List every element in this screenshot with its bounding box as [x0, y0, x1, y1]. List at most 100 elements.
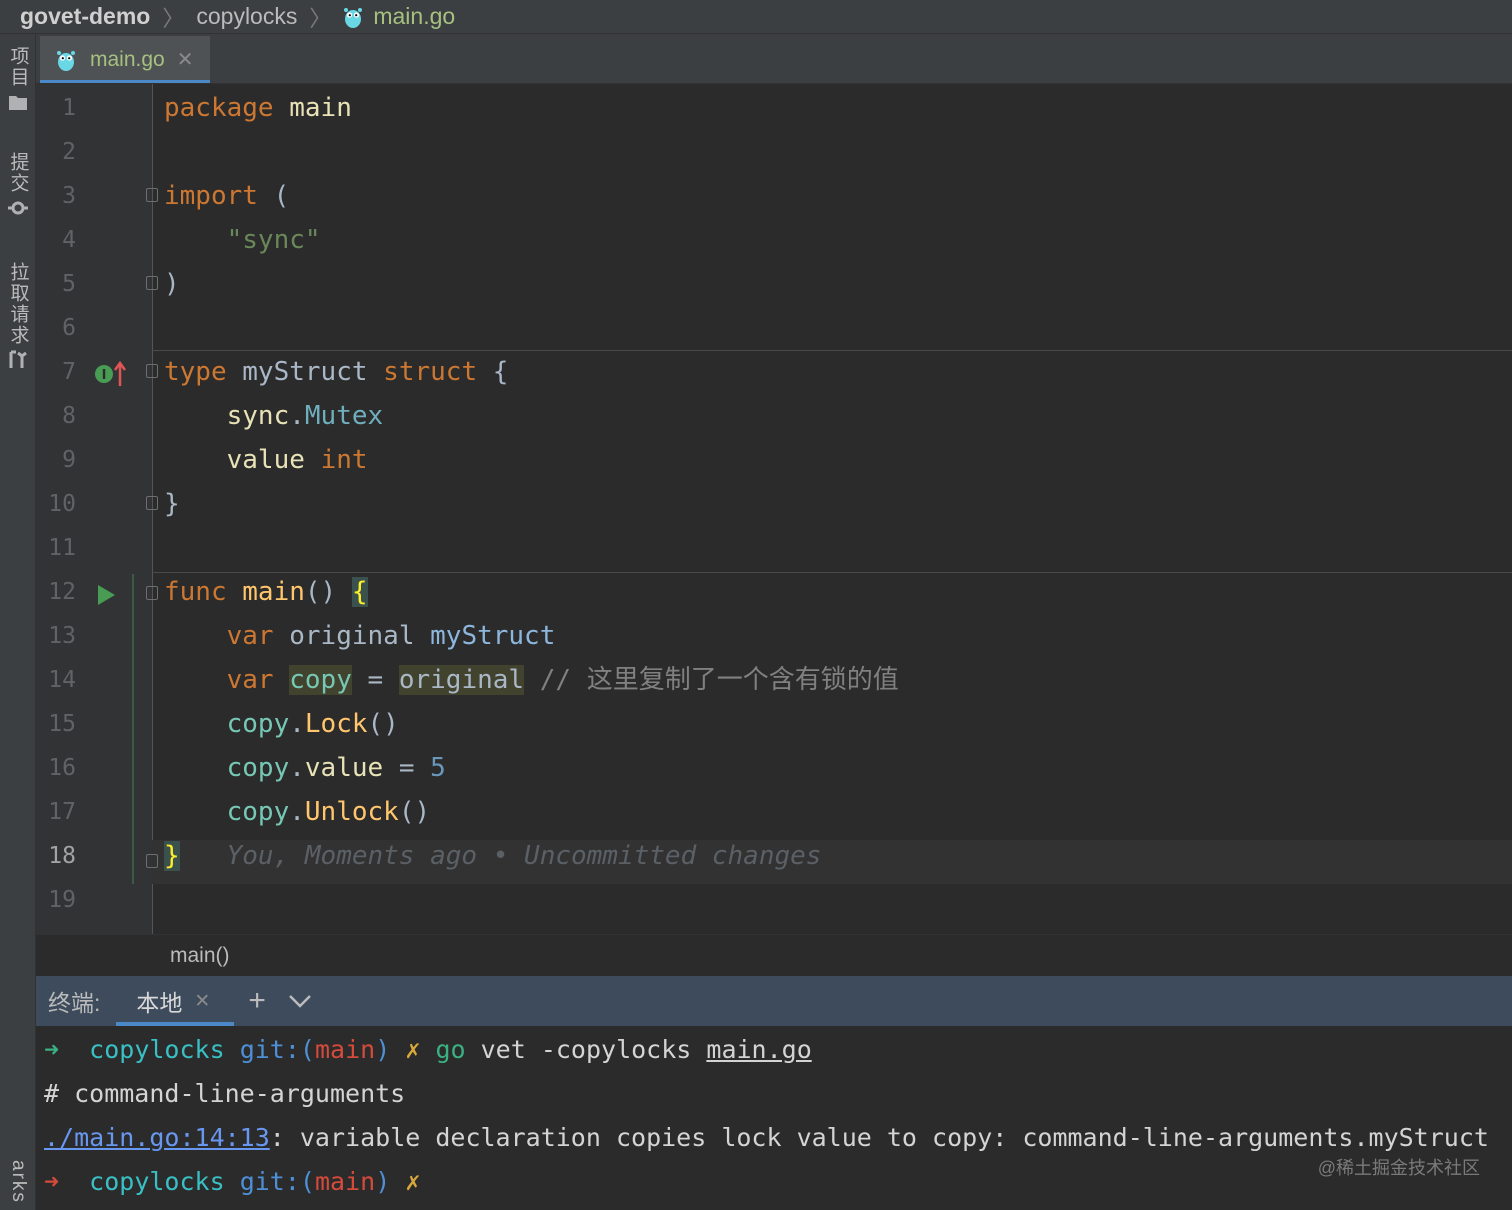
terminal-line: ➜ copylocks git:(main) ✗ [44, 1160, 420, 1204]
tab-main-go[interactable]: main.go ✕ [40, 36, 210, 83]
keyword: package [164, 93, 274, 123]
prompt-git-close: ) [375, 1167, 391, 1196]
code-breadcrumb-function[interactable]: main() [170, 944, 230, 967]
line-number: 3 [62, 183, 76, 209]
chevron-down-icon[interactable] [288, 993, 312, 1009]
punctuation: { [492, 357, 509, 387]
pull-requests-tool-button[interactable]: 拉取请求 [0, 262, 36, 370]
line-number: 10 [48, 491, 76, 517]
fold-marker-icon[interactable] [146, 188, 158, 202]
line-number: 9 [62, 447, 76, 473]
fold-marker-icon[interactable] [146, 496, 158, 510]
terminal-line: ./main.go:14:13: variable declaration co… [44, 1116, 1489, 1160]
prompt-dirty-icon: ✗ [405, 1035, 421, 1064]
line-number: 2 [62, 139, 76, 165]
line-number: 14 [48, 667, 76, 693]
fold-marker-icon[interactable] [146, 586, 158, 600]
punctuation: } [164, 489, 180, 519]
close-icon[interactable]: ✕ [177, 47, 194, 72]
tab-label: main.go [90, 47, 165, 71]
line-number: 6 [62, 315, 76, 341]
punctuation: . [289, 753, 305, 783]
bookmarks-tool-button[interactable]: arks [0, 1160, 36, 1204]
prompt-arrow-icon: ➜ [44, 1035, 60, 1064]
operator: = [398, 753, 415, 783]
terminal-line: # command-line-arguments [44, 1072, 405, 1116]
identifier: main [289, 93, 352, 123]
line-number: 12 [48, 579, 76, 605]
line-number: 18 [48, 843, 76, 869]
terminal-line: ➜ copylocks git:(main) ✗ go vet -copyloc… [44, 1028, 812, 1072]
project-tool-button[interactable]: 项目 [0, 46, 36, 112]
fold-marker-icon[interactable] [146, 276, 158, 290]
line-number: 4 [62, 227, 76, 253]
command-args: vet -copylocks [480, 1035, 692, 1064]
line-number: 5 [62, 271, 76, 297]
punctuation: () [398, 797, 431, 827]
code-line: } [164, 482, 180, 526]
method-call: Unlock [304, 797, 399, 827]
svg-text:I: I [102, 368, 107, 383]
fold-marker-icon[interactable] [146, 364, 158, 378]
close-icon[interactable]: ✕ [194, 990, 210, 1013]
code-breadcrumb[interactable]: main() [36, 934, 1512, 976]
editor-tab-bar: main.go ✕ [36, 34, 1512, 84]
prompt-git: git:( [239, 1035, 315, 1064]
file-location-link[interactable]: ./main.go:14:13 [44, 1123, 270, 1152]
line-number: 11 [48, 535, 76, 561]
string-literal: "sync" [226, 225, 321, 255]
output-text: : variable declaration copies lock value… [269, 1123, 1489, 1152]
commit-tool-button[interactable]: 提交 [0, 152, 36, 218]
left-tool-strip: 项目 提交 拉取请求 arks [0, 34, 36, 1210]
punctuation: () [367, 709, 399, 739]
breadcrumb-folder[interactable]: copylocks [196, 3, 297, 30]
line-number: 15 [48, 711, 76, 737]
line-number: 19 [48, 887, 76, 913]
code-line: import ( [164, 174, 289, 218]
breadcrumb-file-label: main.go [373, 3, 456, 29]
keyword: struct [383, 357, 478, 387]
field-name: value [226, 445, 305, 475]
terminal-title: 终端: [48, 990, 101, 1016]
warning-highlight[interactable]: copy [289, 665, 352, 695]
line-number: 8 [62, 403, 76, 429]
code-editor[interactable]: 1 2 3 4 5 6 7 8 9 10 11 12 13 14 15 16 1… [36, 84, 1512, 934]
output-text: # command-line-arguments [44, 1079, 406, 1108]
new-terminal-button[interactable]: + [248, 984, 266, 1018]
run-icon[interactable] [96, 584, 116, 606]
operator: = [367, 665, 384, 695]
code-line: copy.Unlock() [164, 790, 431, 834]
bookmarks-tool-label: arks [8, 1160, 29, 1204]
breadcrumb-file[interactable]: main.go [343, 3, 455, 30]
prompt-directory: copylocks [89, 1035, 225, 1064]
line-number: 17 [48, 799, 76, 825]
commit-icon [8, 201, 28, 215]
matched-brace: { [351, 577, 368, 607]
pull-request-icon [9, 350, 27, 368]
prompt-dirty-icon: ✗ [405, 1167, 421, 1196]
implements-interface-icon[interactable]: I [94, 360, 128, 388]
code-line: sync.Mutex [164, 394, 384, 438]
keyword: int [320, 445, 368, 475]
warning-highlight[interactable]: original [398, 665, 525, 695]
fold-marker-icon[interactable] [146, 854, 158, 868]
terminal-tab-bar: 终端: 本地 ✕ + [36, 976, 1512, 1026]
keyword: import [164, 181, 258, 211]
punctuation: ( [273, 181, 290, 211]
vcs-change-marker[interactable] [132, 574, 134, 884]
command-file[interactable]: main.go [706, 1035, 811, 1064]
breadcrumb: govet-demo 〉 copylocks 〉 main.go [0, 0, 1512, 34]
line-number: 1 [62, 95, 76, 121]
comment: // 这里复制了一个含有锁的值 [539, 665, 899, 695]
keyword: type [164, 357, 227, 387]
variable-ref: copy [226, 797, 290, 827]
number-literal: 5 [430, 753, 446, 783]
tab-terminal-local[interactable]: 本地 ✕ [116, 976, 235, 1026]
prompt-branch: main [314, 1167, 376, 1196]
code-line: func main() { [164, 570, 368, 614]
breadcrumb-project[interactable]: govet-demo [20, 3, 150, 30]
chevron-right-icon: 〉 [162, 5, 185, 31]
terminal-output[interactable]: ➜ copylocks git:(main) ✗ go vet -copyloc… [36, 1026, 1512, 1210]
git-blame-hint[interactable]: You, Moments ago • Uncommitted changes [227, 841, 822, 871]
type-name: myStruct [242, 357, 368, 387]
